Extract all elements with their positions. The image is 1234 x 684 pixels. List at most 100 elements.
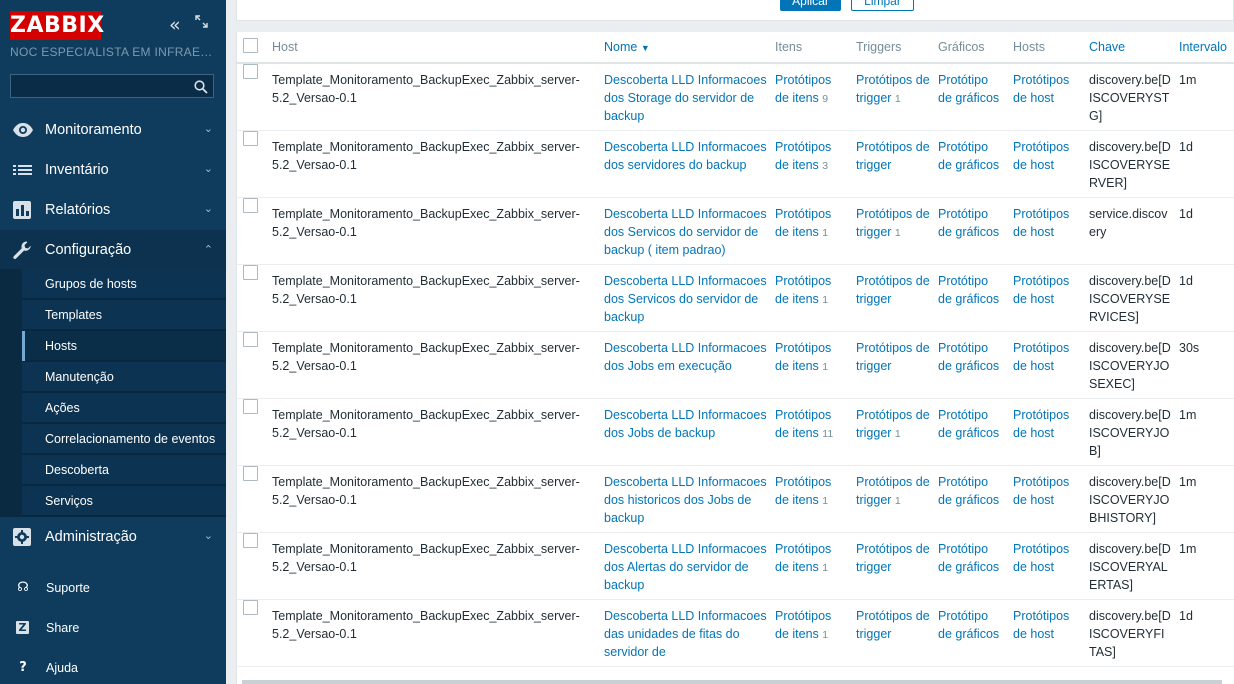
host-prototypes-link[interactable]: Protótipos de host [1013,207,1069,239]
eye-icon [12,120,34,140]
rule-name-link[interactable]: Descoberta LLD Informacoes das unidades … [604,609,767,659]
graph-prototypes-link[interactable]: Protótipo de gráficos [938,341,999,373]
submenu-correlacionamento[interactable]: Correlacionamento de eventos [22,424,226,454]
search-input[interactable] [11,75,189,97]
submenu-descoberta[interactable]: Descoberta [22,455,226,485]
kiosk-mode-icon[interactable] [195,15,208,28]
row-checkbox[interactable] [243,532,258,548]
graph-prototypes-link[interactable]: Protótipo de gráficos [938,609,999,641]
graph-prototypes-link[interactable]: Protótipo de gráficos [938,207,999,239]
trigger-prototypes-link[interactable]: Protótipos de trigger [856,274,930,306]
host-prototypes-link[interactable]: Protótipos de host [1013,542,1069,574]
menu-configuracao[interactable]: Configuração ⌃ [0,230,226,270]
trigger-prototypes-count: 1 [894,494,901,507]
menu-monitoramento[interactable]: Monitoramento ⌄ [0,110,226,150]
rule-name-link[interactable]: Descoberta LLD Informacoes dos Servicos … [604,274,767,324]
cog-icon [12,527,34,547]
menu-label: Administração [45,529,137,545]
trigger-prototypes-link[interactable]: Protótipos de trigger [856,408,930,440]
link-share[interactable]: Z Share [0,609,226,647]
submenu-servicos[interactable]: Serviços [22,486,226,516]
filter-panel: Aplicar Limpar [236,0,1234,21]
zabbix-logo[interactable]: ZABBIX [10,11,104,40]
rule-name-link[interactable]: Descoberta LLD Informacoes dos Alertas d… [604,542,767,592]
trigger-prototypes-link[interactable]: Protótipos de trigger [856,73,930,105]
host-prototypes-link[interactable]: Protótipos de host [1013,408,1069,440]
item-prototypes-count: 3 [822,159,829,172]
rule-name-link[interactable]: Descoberta LLD Informacoes dos historico… [604,475,767,525]
graph-prototypes-link[interactable]: Protótipo de gráficos [938,73,999,105]
interval-cell: 1m [1175,63,1234,131]
row-checkbox[interactable] [243,197,258,213]
search-icon[interactable] [194,79,208,98]
trigger-prototypes-link[interactable]: Protótipos de trigger [856,475,930,507]
interval-cell: 1d [1175,599,1234,667]
graph-prototypes-link[interactable]: Protótipo de gráficos [938,475,999,507]
rule-name-link[interactable]: Descoberta LLD Informacoes dos Jobs de b… [604,408,767,440]
host-prototypes-link[interactable]: Protótipos de host [1013,609,1069,641]
select-all-checkbox[interactable] [243,38,258,53]
header-name[interactable]: Nome ▼ [600,32,771,64]
header-interval[interactable]: Intervalo [1175,32,1234,64]
trigger-prototypes-link[interactable]: Protótipos de trigger [856,341,930,373]
bar-chart-icon [12,200,34,220]
rule-name-link[interactable]: Descoberta LLD Informacoes dos Storage d… [604,73,767,123]
horizontal-scrollbar[interactable] [242,680,1222,684]
trigger-prototypes-link[interactable]: Protótipos de trigger [856,542,930,574]
host-prototypes-link[interactable]: Protótipos de host [1013,73,1069,105]
chevron-up-icon: ⌃ [203,243,213,256]
trigger-prototypes-link[interactable]: Protótipos de trigger [856,609,930,641]
menu-inventario[interactable]: Inventário ⌄ [0,150,226,190]
host-prototypes-link[interactable]: Protótipos de host [1013,341,1069,373]
row-checkbox[interactable] [243,64,258,79]
host-prototypes-link[interactable]: Protótipos de host [1013,274,1069,306]
chevron-down-icon: ⌄ [203,529,213,542]
submenu-acoes[interactable]: Ações [22,393,226,423]
submenu-templates[interactable]: Templates [22,300,226,330]
submenu-manutencao[interactable]: Manutenção [22,362,226,392]
row-checkbox[interactable] [243,264,258,280]
graphs-cell: Protótipo de gráficos [934,197,1009,265]
trigger-prototypes-link[interactable]: Protótipos de trigger [856,140,930,172]
link-label: Suporte [46,581,90,595]
rule-name-link[interactable]: Descoberta LLD Informacoes dos servidore… [604,140,767,172]
menu-administracao[interactable]: Administração ⌄ [0,517,226,557]
interval-cell: 1d [1175,130,1234,198]
graph-prototypes-link[interactable]: Protótipo de gráficos [938,408,999,440]
graph-prototypes-link[interactable]: Protótipo de gráficos [938,274,999,306]
row-checkbox[interactable] [243,465,258,481]
triggers-cell: Protótipos de trigger [852,264,934,332]
interval-cell: 1m [1175,398,1234,466]
rule-name-link[interactable]: Descoberta LLD Informacoes dos Servicos … [604,207,767,257]
table-row: Template_Monitoramento_BackupExec_Zabbix… [237,130,1234,198]
submenu-hosts[interactable]: Hosts [22,331,226,361]
graphs-cell: Protótipo de gráficos [934,532,1009,600]
help-icon: ? [19,660,27,675]
rule-name-link[interactable]: Descoberta LLD Informacoes dos Jobs em e… [604,341,767,373]
key-cell: discovery.be[DISCOVERYFITAS] [1085,599,1175,667]
row-checkbox[interactable] [243,599,258,615]
collapse-sidebar-icon[interactable]: « [169,15,181,35]
reset-filter-button[interactable]: Limpar [851,0,914,11]
row-checkbox[interactable] [243,398,258,414]
graph-prototypes-link[interactable]: Protótipo de gráficos [938,542,999,574]
host-prototypes-link[interactable]: Protótipos de host [1013,475,1069,507]
graphs-cell: Protótipo de gráficos [934,331,1009,399]
apply-filter-button[interactable]: Aplicar [780,0,841,11]
key-cell: discovery.be[DISCOVERYSERVER] [1085,130,1175,198]
sort-by-interval-link[interactable]: Intervalo [1179,40,1227,54]
link-suporte[interactable]: ☊ Suporte [0,569,226,607]
discovery-rules-table: Host Nome ▼ Itens Triggers Gráficos Host… [236,32,1234,684]
header-key[interactable]: Chave [1085,32,1175,64]
link-ajuda[interactable]: ? Ajuda [0,649,226,684]
trigger-prototypes-link[interactable]: Protótipos de trigger [856,207,930,239]
row-checkbox[interactable] [243,130,258,146]
host-prototypes-link[interactable]: Protótipos de host [1013,140,1069,172]
items-cell: Protótipos de itens 11 [771,398,852,466]
sort-by-key-link[interactable]: Chave [1089,40,1125,54]
sort-by-name-link[interactable]: Nome [604,40,637,54]
graph-prototypes-link[interactable]: Protótipo de gráficos [938,140,999,172]
menu-relatorios[interactable]: Relatórios ⌄ [0,190,226,230]
submenu-grupos-de-hosts[interactable]: Grupos de hosts [22,269,226,299]
row-checkbox[interactable] [243,331,258,347]
